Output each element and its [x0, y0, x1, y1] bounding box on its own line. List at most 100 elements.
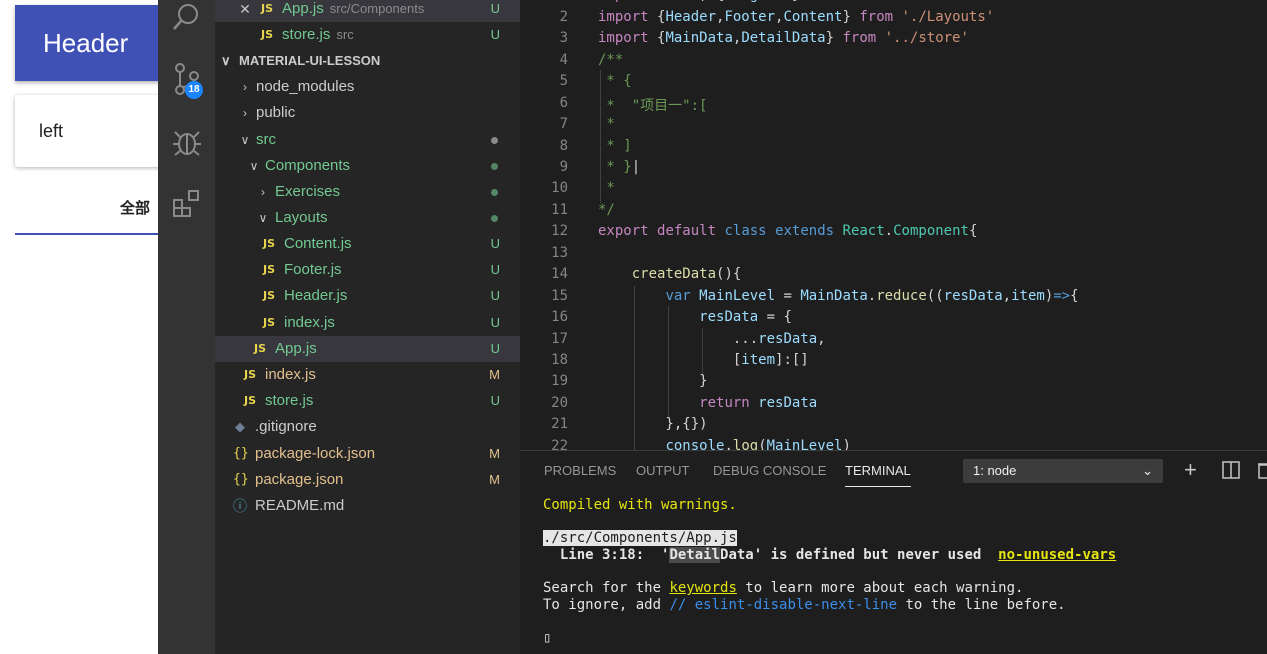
- code-line-5: * {: [598, 73, 632, 89]
- chevron-right-icon: ›: [243, 80, 247, 94]
- tree-file-store-js[interactable]: JS store.js U: [215, 388, 520, 414]
- code-line-6: * "项目一":[: [598, 98, 708, 114]
- preview-left-card: left: [15, 95, 158, 167]
- tree-file-readme-md[interactable]: ⓘ README.md: [215, 493, 520, 519]
- tree-file-content-js[interactable]: JS Content.js U: [215, 231, 520, 257]
- js-file-icon: JS: [263, 237, 276, 250]
- tree-folder-components[interactable]: ∨ Components: [215, 153, 520, 179]
- tree-folder-src[interactable]: ∨ src: [215, 127, 520, 153]
- js-file-icon: JS: [244, 394, 257, 407]
- code-line-8: * ]: [598, 138, 632, 154]
- line-number: 9: [559, 159, 568, 175]
- indent-guide: [634, 286, 635, 450]
- chevron-right-icon: ›: [261, 185, 265, 199]
- scm-badge: 18: [185, 81, 203, 99]
- terminal-compiled-line: Compiled with warnings.: [543, 497, 737, 513]
- tree-folder-public[interactable]: › public: [215, 100, 520, 126]
- untracked-dot: [491, 189, 498, 196]
- chevron-down-icon: ⌄: [1142, 463, 1153, 478]
- line-number: 13: [551, 245, 568, 261]
- modified-dot: [491, 137, 498, 144]
- js-file-icon: JS: [263, 316, 276, 329]
- json-braces-icon: {}: [233, 446, 249, 461]
- code-editor[interactable]: import React, {Fragment} from 'react' 2 …: [520, 0, 1267, 450]
- browser-preview: Header left 全部: [0, 0, 158, 654]
- code-line-22: console.log(MainLevel): [665, 438, 851, 450]
- tree-file-gitignore[interactable]: ◆ .gitignore: [215, 414, 520, 440]
- tab-output[interactable]: OUTPUT: [636, 463, 689, 478]
- close-icon[interactable]: ✕: [239, 0, 251, 22]
- search-icon[interactable]: [172, 2, 202, 32]
- preview-tab-indicator: [15, 233, 158, 235]
- terminal-search-line: Search for the keywords to learn more ab…: [543, 580, 1024, 596]
- add-terminal-icon[interactable]: +: [1184, 457, 1197, 483]
- indent-guide: [600, 70, 601, 203]
- terminal-select[interactable]: 1: node ⌄: [963, 459, 1163, 483]
- tree-file-package-json[interactable]: {} package.json M: [215, 467, 520, 493]
- line-number: 22: [551, 438, 568, 450]
- line-number: 10: [551, 180, 568, 196]
- js-file-icon: JS: [254, 342, 267, 355]
- tab-terminal[interactable]: TERMINAL: [845, 463, 911, 487]
- activity-bar: 18: [158, 0, 215, 654]
- code-line-3: import {MainData,DetailData} from '../st…: [598, 30, 969, 46]
- open-editor-app-js[interactable]: ✕ JS App.js src/Components U: [215, 0, 520, 22]
- tab-problems[interactable]: PROBLEMS: [544, 463, 616, 478]
- line-number: 14: [551, 266, 568, 282]
- indent-guide: [668, 306, 669, 417]
- line-number: 18: [551, 352, 568, 368]
- line-number: 20: [551, 395, 568, 411]
- line-number: 6: [559, 95, 568, 111]
- line-number: 3: [559, 30, 568, 46]
- info-icon: ⓘ: [233, 498, 247, 514]
- tree-folder-exercises[interactable]: › Exercises: [215, 179, 520, 205]
- trash-icon[interactable]: [1258, 461, 1267, 484]
- tree-folder-node-modules[interactable]: › node_modules: [215, 74, 520, 100]
- tree-folder-layouts[interactable]: ∨ Layouts: [215, 205, 520, 231]
- debug-icon[interactable]: [172, 127, 202, 157]
- code-line-14: createData(){: [631, 266, 742, 282]
- code-line-4: /**: [598, 52, 624, 68]
- project-section-header[interactable]: ∨ MATERIAL-UI-LESSON: [215, 48, 520, 74]
- terminal-cursor[interactable]: ▯: [543, 630, 551, 646]
- line-number: 2: [559, 9, 568, 25]
- code-line-1: import React, {Fragment} from 'react': [598, 0, 910, 3]
- code-line-12: export default class extends React.Compo…: [598, 223, 978, 239]
- bottom-panel: PROBLEMS OUTPUT DEBUG CONSOLE TERMINAL 1…: [520, 450, 1267, 654]
- split-terminal-icon[interactable]: [1222, 461, 1240, 484]
- code-line-2: import {Header,Footer,Content} from './L…: [598, 9, 995, 25]
- git-diamond-icon: ◆: [235, 419, 245, 434]
- untracked-dot: [491, 215, 498, 222]
- preview-card-text: left: [39, 121, 64, 141]
- js-file-icon: JS: [261, 2, 274, 15]
- tree-file-src-index-js[interactable]: JS index.js M: [215, 362, 520, 388]
- explorer-sidebar: ✕ JS App.js src/Components U JS store.js s…: [215, 0, 520, 654]
- chevron-down-icon: ∨: [249, 159, 259, 173]
- js-file-icon: JS: [263, 289, 276, 302]
- tab-debug-console[interactable]: DEBUG CONSOLE: [713, 463, 826, 478]
- indent-guide: [702, 328, 703, 374]
- preview-tab-all[interactable]: 全部: [120, 197, 150, 218]
- code-line-19: }: [598, 373, 708, 389]
- tree-file-package-lock-json[interactable]: {} package-lock.json M: [215, 441, 520, 467]
- chevron-down-icon: ∨: [221, 53, 231, 68]
- terminal-file-line: ./src/Components/App.js: [543, 530, 737, 546]
- preview-header-title: Header: [43, 28, 129, 58]
- tree-file-footer-js[interactable]: JS Footer.js U: [215, 257, 520, 283]
- chevron-down-icon: ∨: [258, 211, 268, 225]
- extensions-icon[interactable]: [172, 188, 202, 218]
- line-number: 15: [551, 288, 568, 304]
- chevron-right-icon: ›: [243, 106, 247, 120]
- line-number: 11: [551, 202, 568, 218]
- line-number: 7: [559, 116, 568, 132]
- js-file-icon: JS: [244, 368, 257, 381]
- tree-file-layouts-index-js[interactable]: JS index.js U: [215, 310, 520, 336]
- line-number: 4: [559, 52, 568, 68]
- tree-file-header-js[interactable]: JS Header.js U: [215, 283, 520, 309]
- json-braces-icon: {}: [233, 472, 249, 487]
- tree-file-app-js[interactable]: JS App.js U: [215, 336, 520, 362]
- open-editor-store-js[interactable]: JS store.js src U: [215, 22, 520, 48]
- code-line-16: resData = {: [699, 309, 792, 325]
- code-line-21: },{}): [598, 416, 708, 432]
- line-number: 8: [559, 138, 568, 154]
